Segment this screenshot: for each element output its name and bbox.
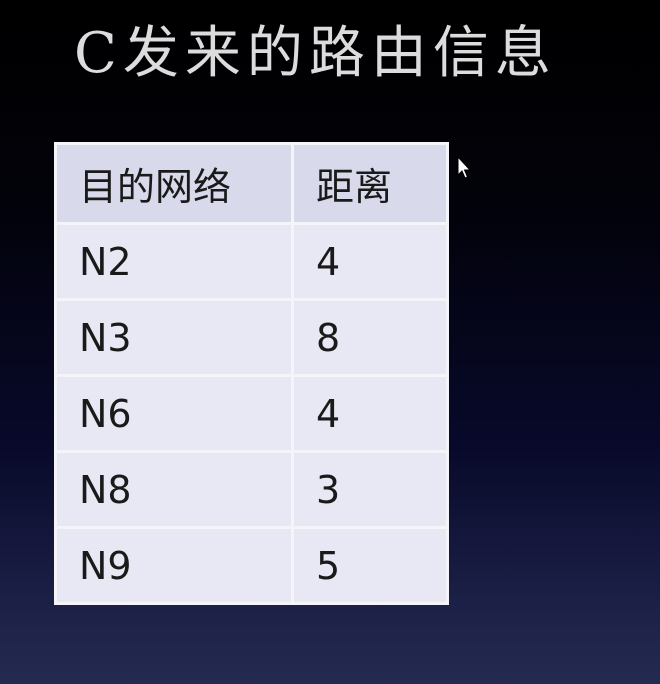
mouse-pointer-icon: [457, 156, 471, 179]
header-distance: 距离: [291, 142, 449, 225]
table-row: N3 8: [54, 298, 449, 377]
routing-table: 目的网络 距离 N2 4 N3 8 N6 4 N8 3 N9 5: [54, 142, 449, 605]
slide-title: C发来的路由信息: [74, 21, 557, 86]
table-row: N6 4: [54, 374, 449, 453]
cell-network: N3: [54, 298, 294, 377]
cell-distance: 5: [291, 526, 449, 605]
cell-distance: 3: [291, 450, 449, 529]
cell-distance: 4: [291, 222, 449, 301]
cell-distance: 4: [291, 374, 449, 453]
cell-distance: 8: [291, 298, 449, 377]
table-row: N9 5: [54, 526, 449, 605]
cell-network: N6: [54, 374, 294, 453]
cell-network: N9: [54, 526, 294, 605]
table-row: N8 3: [54, 450, 449, 529]
header-destination-network: 目的网络: [54, 142, 294, 225]
table-row: N2 4: [54, 222, 449, 301]
cell-network: N2: [54, 222, 294, 301]
cell-network: N8: [54, 450, 294, 529]
table-header-row: 目的网络 距离: [54, 142, 449, 225]
